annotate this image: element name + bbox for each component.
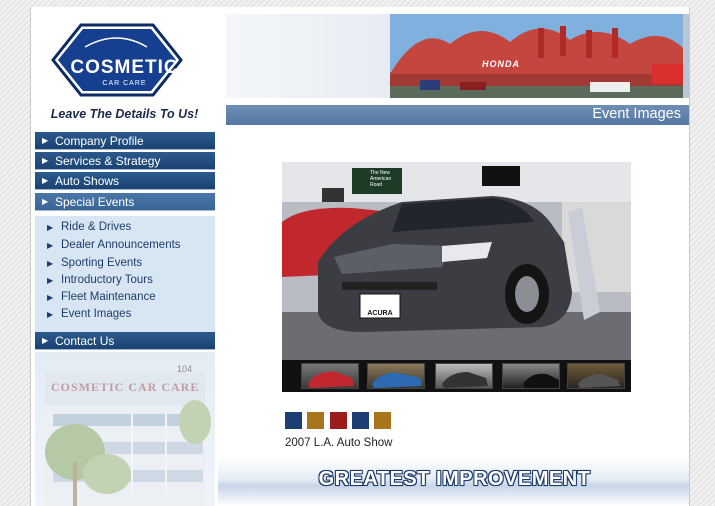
section-bar: Event Images (226, 105, 689, 125)
booth-sign: The New American Road (370, 170, 392, 188)
arrow-right-icon: ▶ (47, 293, 54, 302)
subnav-item-fleet-maintenance[interactable]: ▶ Fleet Maintenance (47, 291, 156, 303)
arrow-right-icon: ▶ (47, 241, 54, 250)
sidebar: COSMETIC CAR CARE Leave The Details To U… (31, 7, 218, 506)
gallery-page-4-button[interactable] (352, 412, 369, 429)
subnav-item-introductory-tours[interactable]: ▶ Introductory Tours (47, 274, 153, 286)
arrow-right-icon: ▶ (47, 310, 54, 319)
thumbnail[interactable] (435, 363, 493, 389)
gallery-page-2-button[interactable] (307, 412, 324, 429)
thumbnail[interactable] (502, 363, 560, 389)
subnav-item-label: Sporting Events (61, 257, 143, 269)
nav-item-label: Auto Shows (55, 174, 120, 188)
subnav-item-dealer-announcements[interactable]: ▶ Dealer Announcements (47, 239, 181, 251)
arrow-right-icon: ▶ (42, 156, 49, 165)
nav-item-contact-us[interactable]: ▶ Contact Us (35, 332, 215, 350)
nav-item-special-events[interactable]: ▶ Special Events (35, 193, 215, 211)
tagline: Leave The Details To Us! (50, 107, 199, 121)
thumbnail[interactable] (367, 363, 425, 389)
subnav-item-sporting-events[interactable]: ▶ Sporting Events (47, 257, 143, 269)
thumbnail[interactable] (567, 363, 625, 389)
nav-item-label: Services & Strategy (55, 154, 161, 168)
footer-banner: GREATEST IMPROVEMENT (218, 456, 689, 506)
gallery-caption: 2007 L.A. Auto Show (285, 437, 393, 449)
gallery-main-image: ACURA The New American Road (282, 162, 631, 362)
subnav-item-label: Event Images (61, 308, 132, 320)
thumbnail[interactable] (301, 363, 359, 389)
building-sign: COSMETIC CAR CARE (51, 380, 200, 394)
license-plate: ACURA (367, 310, 393, 317)
thumbnail-strip (282, 360, 631, 392)
section-title: Event Images (592, 106, 681, 122)
subnav-item-label: Fleet Maintenance (61, 291, 156, 303)
arrow-right-icon: ▶ (47, 276, 54, 285)
arrow-right-icon: ▶ (42, 197, 49, 206)
gallery-page-5-button[interactable] (374, 412, 391, 429)
arrow-right-icon: ▶ (42, 176, 49, 185)
logo-subtitle: CAR CARE (102, 80, 147, 87)
gallery-page-3-button[interactable] (330, 412, 347, 429)
arrow-right-icon: ▶ (42, 136, 49, 145)
header-photo: HONDA (390, 14, 683, 98)
nav-item-auto-shows[interactable]: ▶ Auto Shows (35, 172, 215, 190)
subnav-item-event-images[interactable]: ▶ Event Images (47, 308, 132, 320)
subnav-item-label: Ride & Drives (61, 221, 132, 233)
building-number: 104 (177, 364, 193, 374)
subnav-item-label: Dealer Announcements (61, 239, 181, 251)
nav-item-company-profile[interactable]: ▶ Company Profile (35, 132, 215, 150)
nav-item-label: Company Profile (55, 134, 144, 148)
header-flag-text: HONDA (482, 59, 520, 69)
header-banner: HONDA (226, 14, 689, 98)
nav-item-label: Special Events (55, 195, 135, 209)
banner-text: GREATEST IMPROVEMENT (318, 468, 591, 490)
nav-item-label: Contact Us (55, 334, 115, 348)
logo[interactable]: COSMETIC CAR CARE Leave The Details To U… (31, 7, 218, 133)
logo-title: COSMETIC (70, 57, 179, 78)
page: COSMETIC CAR CARE Leave The Details To U… (30, 7, 690, 506)
gallery-page-1-button[interactable] (285, 412, 302, 429)
building-photo: COSMETIC CAR CARE 104 (35, 352, 215, 506)
arrow-right-icon: ▶ (47, 259, 54, 268)
subnav-item-label: Introductory Tours (61, 274, 153, 286)
nav-item-services-strategy[interactable]: ▶ Services & Strategy (35, 152, 215, 170)
arrow-right-icon: ▶ (42, 336, 49, 345)
subnav-item-ride-drives[interactable]: ▶ Ride & Drives (47, 221, 132, 233)
arrow-right-icon: ▶ (47, 223, 54, 232)
